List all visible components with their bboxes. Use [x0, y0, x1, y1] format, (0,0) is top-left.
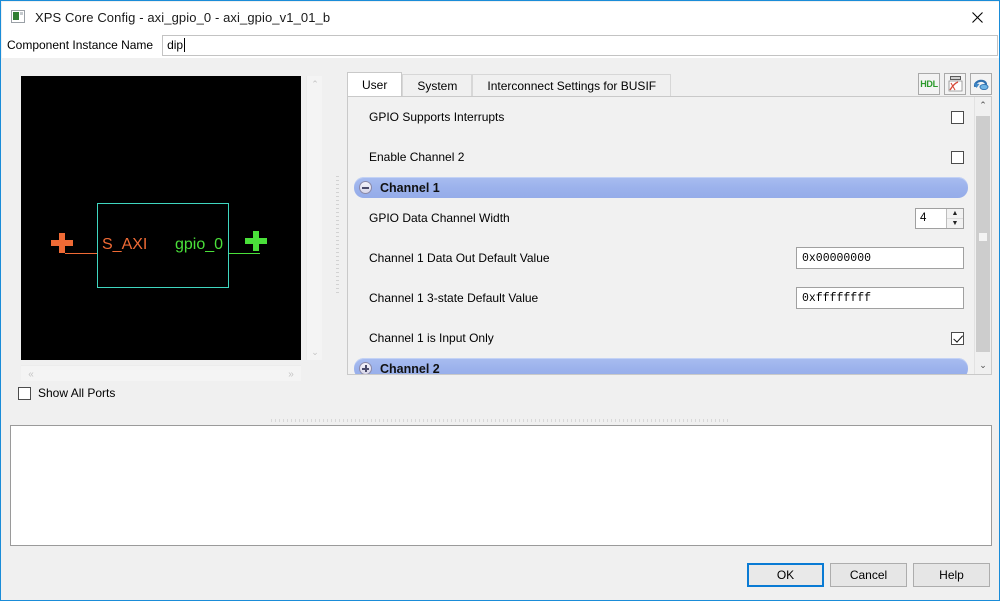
settings-scroll-down-icon[interactable]: ⌄: [975, 357, 991, 374]
channel-1-is-input-only-checkbox[interactable]: [951, 331, 964, 345]
gpio-supports-interrupts-label: GPIO Supports Interrupts: [369, 110, 505, 124]
channel-1-data-out-default-value-control: 0x00000000: [796, 247, 964, 269]
close-button[interactable]: [954, 2, 999, 32]
settings-rows: GPIO Supports Interrupts Enable Channel …: [348, 97, 974, 374]
group-header-channel-2[interactable]: Channel 2: [354, 358, 968, 375]
horizontal-splitter-grip: [271, 418, 731, 422]
enable-channel-2-label: Enable Channel 2: [369, 150, 465, 164]
setting-row-gpio-supports-interrupts: GPIO Supports Interrupts: [348, 97, 974, 137]
scroll-right-icon[interactable]: »: [283, 366, 299, 382]
scrollbar-thumb-grip: [979, 233, 987, 241]
scroll-down-icon[interactable]: ⌄: [307, 344, 323, 360]
core-config-icon: [11, 9, 27, 25]
gpio-supports-interrupts-checkbox[interactable]: [951, 110, 964, 124]
help-button[interactable]: Help: [913, 563, 990, 587]
hdl-icon: HDL: [920, 79, 938, 89]
component-instance-name-input[interactable]: dip: [162, 34, 998, 56]
restore-defaults-icon: [973, 79, 989, 91]
setting-row-gpio-data-channel-width: GPIO Data Channel Width 4 ▲ ▼: [348, 198, 974, 238]
component-instance-name-label: Component Instance Name: [7, 38, 154, 52]
gpio-data-channel-width-value: 4: [920, 212, 927, 224]
component-instance-name-value: dip: [167, 38, 184, 52]
channel-1-group-label: Channel 1: [380, 180, 440, 195]
main-area: S_AXI gpio_0 ⌃ ⌄ « » Show All Ports User…: [2, 59, 999, 414]
channel-1-3-state-default-value-input[interactable]: 0xffffffff: [796, 287, 964, 309]
settings-scrollbar-thumb[interactable]: [976, 116, 990, 352]
tab-interconnect-settings[interactable]: Interconnect Settings for BUSIF: [472, 74, 672, 96]
settings-scroll-up-icon[interactable]: ⌃: [975, 97, 991, 114]
tab-user[interactable]: User: [347, 72, 403, 96]
tab-strip: User System Interconnect Settings for BU…: [347, 72, 992, 96]
block-preview-panel: S_AXI gpio_0 ⌃ ⌄ « » Show All Ports: [10, 72, 322, 400]
expand-plus-icon[interactable]: [359, 362, 372, 374]
block-diagram-surface: S_AXI gpio_0: [21, 76, 301, 360]
setting-row-channel-1-is-input-only: Channel 1 is Input Only: [348, 318, 974, 358]
console-output[interactable]: [10, 425, 992, 546]
channel-1-is-input-only-label: Channel 1 is Input Only: [369, 331, 494, 345]
hdl-icon-button[interactable]: HDL: [918, 73, 940, 95]
horizontal-splitter[interactable]: [2, 415, 999, 425]
gpio-plus-icon[interactable]: [245, 231, 267, 251]
enable-channel-2-control: [951, 150, 964, 164]
left-port-label: S_AXI: [102, 236, 148, 253]
stepper-down-icon[interactable]: ▼: [947, 219, 963, 228]
show-all-ports-label: Show All Ports: [38, 386, 116, 400]
collapse-minus-icon[interactable]: [359, 181, 372, 194]
show-all-ports-row[interactable]: Show All Ports: [18, 386, 115, 400]
window-title: XPS Core Config - axi_gpio_0 - axi_gpio_…: [35, 9, 331, 25]
dialog-footer: OK Cancel Help: [2, 547, 999, 599]
datasheet-pdf-icon: [948, 76, 963, 92]
datasheet-pdf-icon-button[interactable]: [944, 73, 966, 95]
enable-channel-2-checkbox[interactable]: [951, 150, 964, 164]
restore-defaults-icon-button[interactable]: [970, 73, 992, 95]
component-instance-name-row: Component Instance Name dip: [2, 32, 999, 58]
vertical-splitter[interactable]: [331, 72, 344, 399]
ok-button[interactable]: OK: [747, 563, 824, 587]
stepper-buttons: ▲ ▼: [946, 208, 963, 228]
gpio-data-channel-width-control: 4 ▲ ▼: [915, 207, 964, 229]
channel-1-is-input-only-control: [951, 331, 964, 345]
cancel-button[interactable]: Cancel: [830, 563, 907, 587]
right-wire: [228, 253, 260, 254]
channel-1-data-out-default-value-label: Channel 1 Data Out Default Value: [369, 251, 550, 265]
scroll-up-icon[interactable]: ⌃: [307, 76, 323, 92]
xps-core-config-dialog: XPS Core Config - axi_gpio_0 - axi_gpio_…: [0, 0, 1000, 601]
tab-system[interactable]: System: [402, 74, 473, 96]
channel-1-data-out-default-value-input[interactable]: 0x00000000: [796, 247, 964, 269]
s-axi-plus-icon[interactable]: [51, 233, 73, 253]
scroll-left-icon[interactable]: «: [23, 366, 39, 382]
preview-vertical-scrollbar[interactable]: ⌃ ⌄: [306, 76, 322, 360]
block-diagram-canvas[interactable]: S_AXI gpio_0 ⌃ ⌄ « »: [10, 72, 322, 381]
setting-row-channel-1-3-state-default-value: Channel 1 3-state Default Value 0xffffff…: [348, 278, 974, 318]
splitter-grip: [336, 175, 339, 296]
gpio-data-channel-width-label: GPIO Data Channel Width: [369, 211, 510, 225]
right-port-label: gpio_0: [175, 236, 224, 253]
show-all-ports-checkbox[interactable]: [18, 386, 31, 400]
gpio-data-channel-width-stepper[interactable]: 4 ▲ ▼: [915, 207, 964, 229]
tab-content-user: GPIO Supports Interrupts Enable Channel …: [347, 96, 992, 375]
tab-toolbar: HDL: [918, 73, 992, 95]
gpio-supports-interrupts-control: [951, 110, 964, 124]
setting-row-channel-1-data-out-default-value: Channel 1 Data Out Default Value 0x00000…: [348, 238, 974, 278]
setting-row-enable-channel-2: Enable Channel 2: [348, 137, 974, 177]
channel-1-3-state-default-value-control: 0xffffffff: [796, 287, 964, 309]
stepper-up-icon[interactable]: ▲: [947, 209, 963, 219]
settings-vertical-scrollbar[interactable]: ⌃ ⌄: [974, 97, 991, 374]
preview-horizontal-scrollbar[interactable]: « »: [21, 365, 301, 381]
close-icon: [971, 11, 983, 23]
title-bar: XPS Core Config - axi_gpio_0 - axi_gpio_…: [2, 2, 999, 32]
group-header-channel-1[interactable]: Channel 1: [354, 177, 968, 198]
settings-tab-panel: User System Interconnect Settings for BU…: [347, 72, 992, 399]
channel-1-3-state-default-value-label: Channel 1 3-state Default Value: [369, 291, 539, 305]
left-wire: [65, 253, 98, 254]
channel-2-group-label: Channel 2: [380, 361, 440, 375]
text-caret: [184, 38, 186, 52]
